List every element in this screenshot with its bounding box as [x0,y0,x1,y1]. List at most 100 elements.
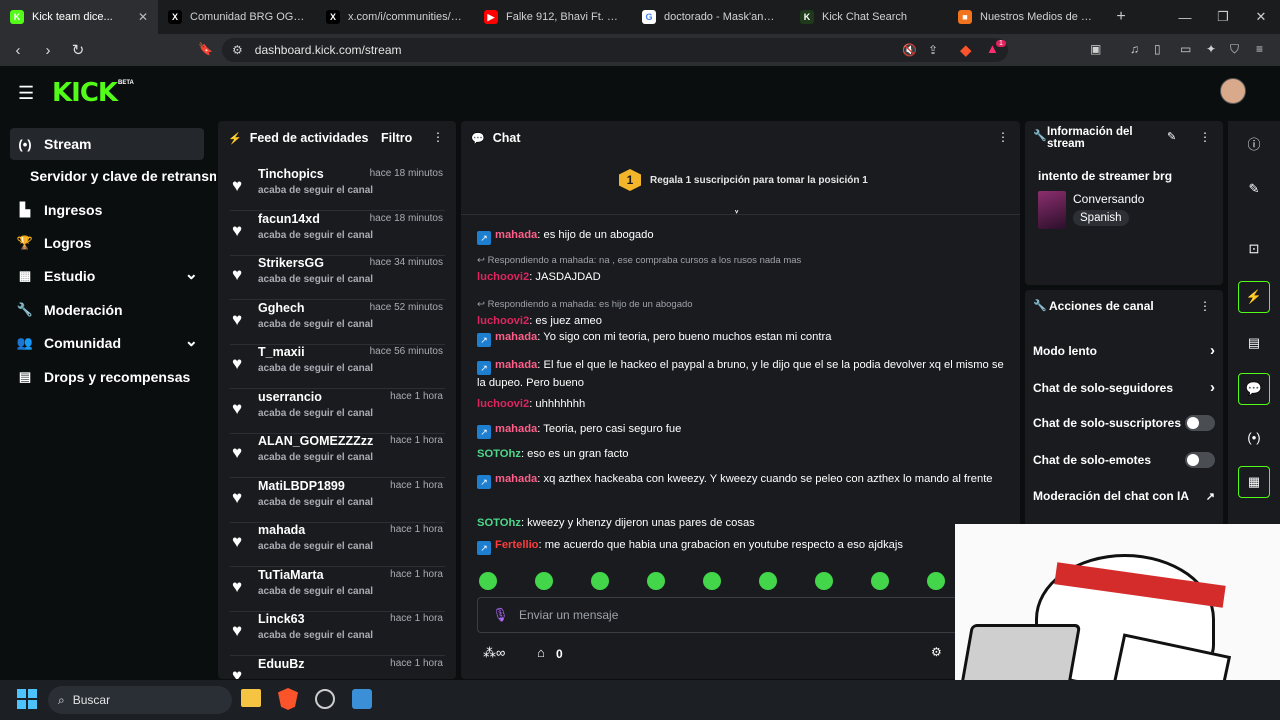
chat-message[interactable]: ↗ mahada: xq azthex hackeaba con kweezy. … [477,471,1007,489]
chat-message[interactable]: ↗ mahada: Teoria, pero casi seguro fue [477,421,1007,439]
emote-icon[interactable] [703,572,721,590]
brave-browser-icon[interactable] [278,688,298,710]
close-tab-icon[interactable]: ✕ [138,10,148,24]
chat-message[interactable]: ↗ mahada: El fue el que le hackeo el payp… [477,357,1007,392]
restore-icon[interactable]: ❐ [1204,0,1242,34]
browser-tab[interactable]: X Comunidad BRG OG / X [158,0,316,34]
category-name[interactable]: Conversando [1073,192,1144,206]
chat-username[interactable]: luchoovi2 [477,315,529,327]
chevron-down-icon[interactable]: ⌄ [185,264,198,284]
chat-username[interactable]: Fertellio [495,539,539,551]
photos-icon[interactable] [352,689,372,709]
channel-action-row[interactable]: Modo lento › [1033,342,1215,359]
emote-icon[interactable] [927,572,945,590]
toggle-switch[interactable] [1185,415,1215,431]
hamburger-icon[interactable]: ☰ [18,83,34,104]
message-input-box[interactable]: 🎙 Enviar un mensaje [477,597,997,633]
layout-icon[interactable]: ▦ [1238,466,1270,498]
microphone-icon[interactable]: 🎙 [492,607,509,623]
forward-icon[interactable]: › [36,42,60,59]
obs-icon[interactable] [315,689,335,709]
feed-item[interactable]: ♥ MatiLBDP1899 hace 1 hora acaba de seguir … [230,479,445,523]
sidebar-item[interactable]: 👥 Comunidad ⌄ [10,327,204,359]
channel-action-row[interactable]: Chat de solo-suscriptores [1033,415,1215,431]
chat-message[interactable]: ↩ Respondiendo a mahada: na , ese compra… [477,252,1007,286]
back-icon[interactable]: ‹ [6,42,30,59]
reply-context[interactable]: ↩ Respondiendo a mahada: es hijo de un a… [477,296,1007,313]
browser-tab[interactable]: K Kick team dice... ✕ [0,0,158,34]
feed-item[interactable]: ♥ Linck63 hace 1 hora acaba de seguir el ca… [230,612,445,656]
notes-icon[interactable]: ▤ [1238,327,1270,359]
chat-username[interactable]: SOTOhz [477,448,521,460]
emote-icon[interactable] [871,572,889,590]
feed-more-icon[interactable]: ⋮ [432,130,444,144]
feed-item[interactable]: ♥ ALAN_GOMEZZZzz hace 1 hora acaba de segui… [230,434,445,478]
chevron-right-icon[interactable]: › [1210,342,1215,359]
feed-item[interactable]: ♥ Gghech hace 52 minutos acaba de seguir el… [230,301,445,345]
gift-leaderboard-text[interactable]: Regala 1 suscripción para tomar la posic… [650,175,868,186]
chat-username[interactable]: mahada [495,359,537,371]
browser-tab[interactable]: K Kick Chat Search [790,0,948,34]
close-window-icon[interactable]: ✕ [1242,0,1280,34]
store-icon[interactable]: ⌂ [537,645,545,660]
reply-context[interactable]: ↩ Respondiendo a mahada: na , ese compra… [477,252,1007,269]
sidebar-item[interactable]: (•) Stream [10,128,204,160]
chat-message[interactable]: ↗ mahada: es hijo de un abogado [477,227,1007,245]
feed-item[interactable]: ♥ userrancio hace 1 hora acaba de seguir el… [230,390,445,434]
chat-message[interactable]: luchoovi2: uhhhhhhh [477,396,1007,413]
chat-username[interactable]: luchoovi2 [477,271,529,283]
wallet-icon[interactable]: ▭ [1180,42,1191,56]
kicks-icon[interactable]: ⁂∞ [483,645,505,661]
browser-tab[interactable]: ▶ Falke 912, Bhavi Ft. LIT [474,0,632,34]
info-icon[interactable]: ⓘ [1238,127,1270,159]
chat-username[interactable]: luchoovi2 [477,398,529,410]
mute-icon[interactable]: 🔇 [902,43,917,57]
feed-filter-button[interactable]: Filtro [381,131,412,145]
brave-shield-icon[interactable]: ◆ [960,41,972,59]
external-link-icon[interactable]: ↗ [1206,490,1215,503]
windows-start-icon[interactable] [17,689,37,709]
sidebar-item[interactable]: ▤ Drops y recompensas [10,361,204,393]
taskbar-search[interactable]: ⌕ Buscar [48,686,232,714]
share-icon[interactable]: ⇪ [928,43,938,57]
feed-item[interactable]: ♥ Tinchopics hace 18 minutos acaba de segui… [230,167,445,211]
emote-icon[interactable] [647,572,665,590]
actions-more-icon[interactable]: ⋮ [1199,299,1211,313]
feed-item[interactable]: ♥ StrikersGG hace 34 minutos acaba de segui… [230,256,445,300]
chevron-right-icon[interactable]: › [1210,379,1215,396]
emote-icon[interactable] [479,572,497,590]
bookmark-icon[interactable]: 🔖 [198,42,213,56]
reader-icon[interactable]: ▣ [1090,42,1101,56]
browser-tab[interactable]: Gdoctorado - Mask'ana Goo [632,0,790,34]
sidebar-item[interactable]: ▦ Estudio ⌄ [10,260,204,292]
emote-icon[interactable] [815,572,833,590]
edit-info-icon[interactable]: ✎ [1167,130,1176,143]
toggle-switch[interactable] [1185,452,1215,468]
chat-username[interactable]: mahada [495,229,537,241]
camera-icon[interactable]: ⊡ [1238,233,1270,265]
sidebar-item[interactable]: 🔧 Moderación [10,294,204,326]
sidebar-icon[interactable]: ▯ [1154,42,1161,56]
chat-username[interactable]: mahada [495,473,537,485]
chat-message[interactable]: ↗ mahada: Yo sigo con mi teoria, pero bue… [477,329,1007,347]
leo-icon[interactable]: ✦ [1206,42,1216,56]
menu-icon[interactable]: ≡ [1256,42,1263,56]
chat-username[interactable]: mahada [495,423,537,435]
chat-settings-icon[interactable]: ⚙ [931,645,942,659]
new-tab-icon[interactable]: + [1106,8,1136,26]
chat-message[interactable]: SOTOhz: eso es un gran facto [477,446,1007,463]
browser-tab[interactable]: ■ Nuestros Medios de Pago [948,0,1106,34]
sidebar-item[interactable]: 🏆 Logros [10,227,204,259]
chat-message[interactable]: SOTOhz: kweezy y khenzy dijeron unas par… [477,515,1007,532]
chat-username[interactable]: mahada [495,331,537,343]
feed-item[interactable]: ♥ T_maxii hace 56 minutos acaba de seguir e… [230,345,445,389]
site-info-icon[interactable]: ⚙ [232,43,243,57]
info-more-icon[interactable]: ⋮ [1199,130,1211,144]
url-field[interactable]: ⚙ dashboard.kick.com/stream 🔇 ⇪ ◆ ▲ [222,38,1008,62]
kick-logo[interactable]: KICK [52,78,118,108]
chat-more-icon[interactable]: ⋮ [997,130,1009,144]
chat-icon[interactable]: 💬 [1238,373,1270,405]
sidebar-item[interactable]: ▙ Ingresos [10,194,204,226]
channel-action-row[interactable]: Chat de solo-emotes [1033,452,1215,468]
feed-item[interactable]: ♥ EduuBz hace 1 hora [230,657,445,680]
